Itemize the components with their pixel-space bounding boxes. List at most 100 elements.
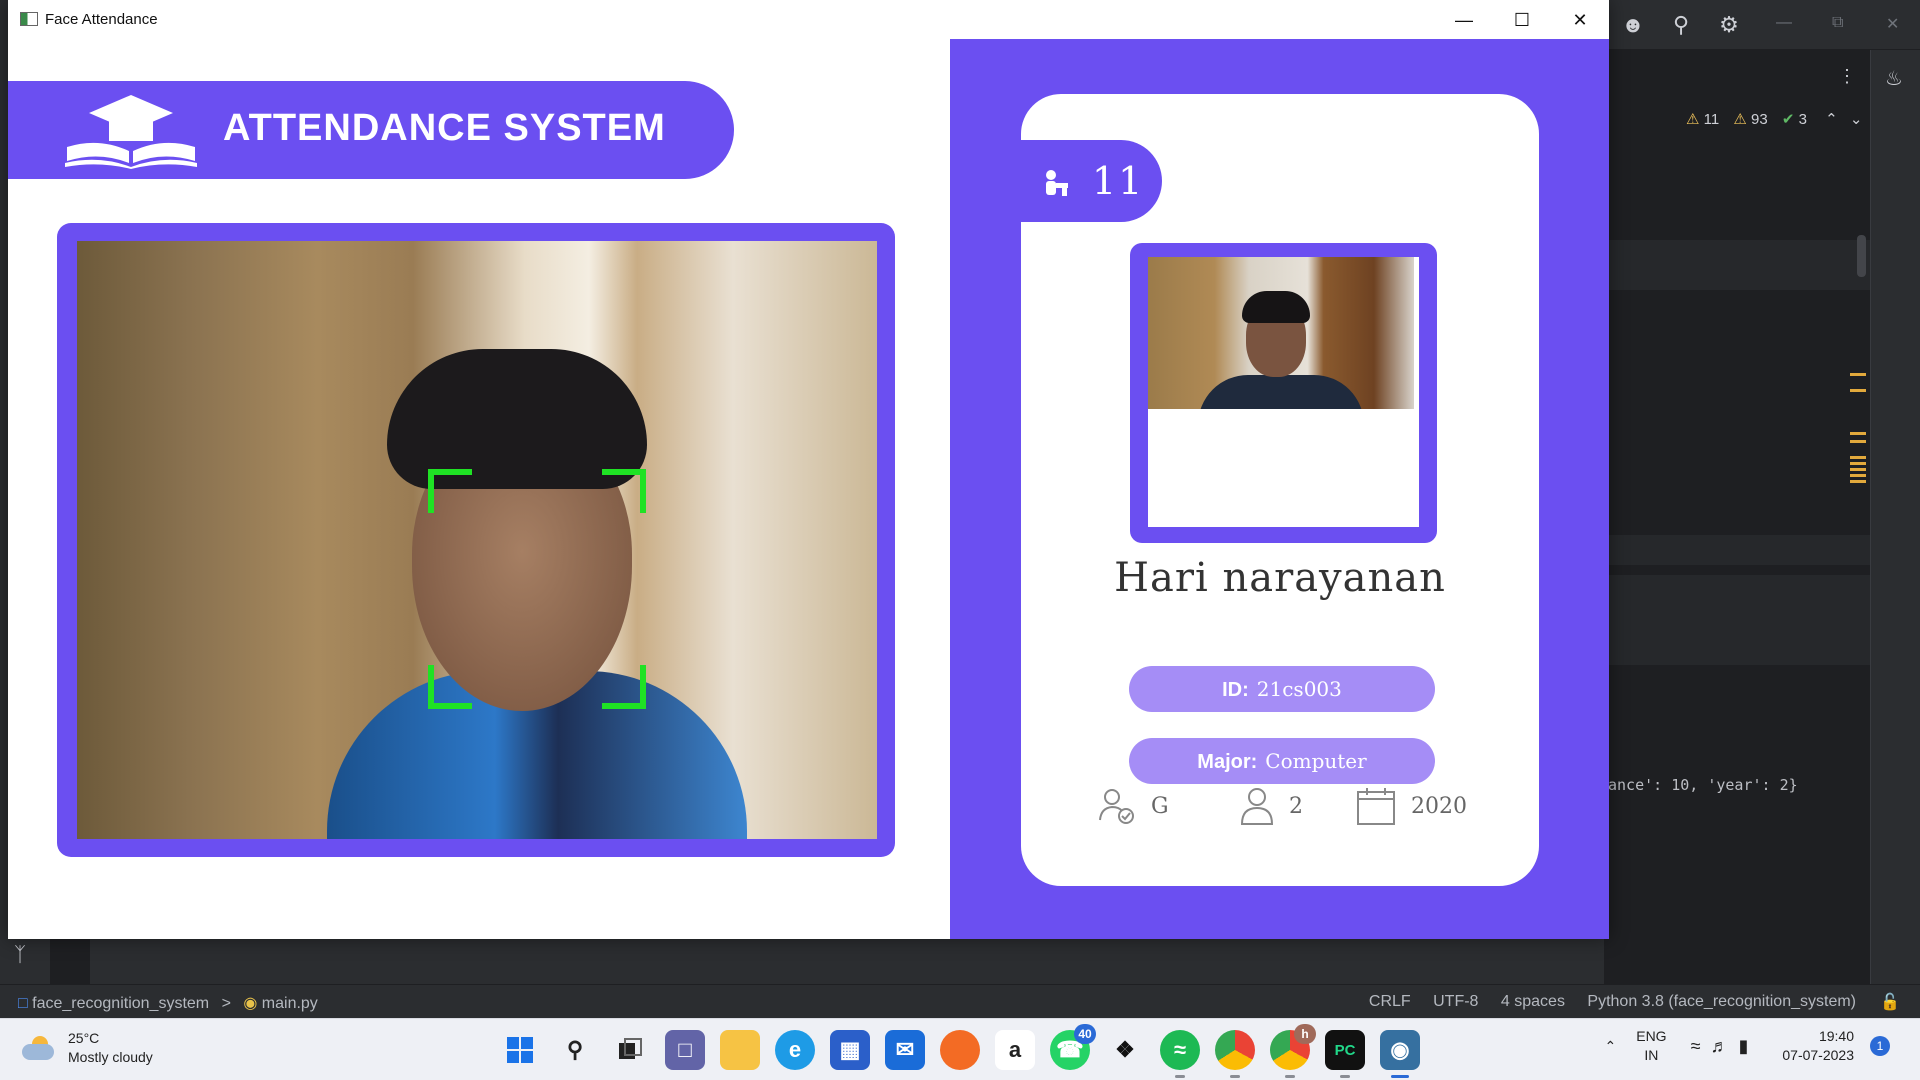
breadcrumb-file[interactable]: main.py xyxy=(262,995,318,1012)
wifi-volume-battery-icons[interactable]: ≈♬▮ xyxy=(1691,1036,1759,1057)
search-icon[interactable]: ⚲ xyxy=(1668,12,1694,38)
student-card: 11 Hari narayanan ID: 21cs003 Major: Com… xyxy=(1020,94,1539,886)
warning-stripe[interactable] xyxy=(1850,456,1866,459)
weather-description: Mostly cloudy xyxy=(68,1049,153,1065)
status-bar: □ face_recognition_system > ◉ main.py CR… xyxy=(0,984,1920,1018)
warning-stripe[interactable] xyxy=(1850,462,1866,465)
ide-close-button[interactable]: ✕ xyxy=(1886,14,1899,34)
status-widgets: CRLF UTF-8 4 spaces Python 3.8 (face_rec… xyxy=(1351,993,1856,1011)
dropbox-icon[interactable]: ❖ xyxy=(1105,1030,1145,1070)
edge-browser-icon[interactable]: e xyxy=(775,1030,815,1070)
indent-widget[interactable]: 4 spaces xyxy=(1501,993,1565,1010)
search-icon[interactable]: ⚲ xyxy=(555,1030,595,1070)
face-bracket-top-left xyxy=(428,469,472,513)
editor-band xyxy=(1604,240,1870,290)
window-title: Face Attendance xyxy=(45,11,158,28)
add-user-icon[interactable]: ☻ xyxy=(1620,12,1646,38)
weak-warning-icon: ⚠ xyxy=(1733,111,1747,128)
code-editor[interactable] xyxy=(1604,50,1870,984)
chevron-up-icon[interactable]: ⌃ xyxy=(1605,1038,1617,1055)
microsoft-store-icon[interactable]: ▦ xyxy=(830,1030,870,1070)
editor-band xyxy=(1604,535,1870,565)
warning-stripe[interactable] xyxy=(1850,468,1866,471)
id-value: 21cs003 xyxy=(1256,677,1342,701)
face-bracket-top-right xyxy=(602,469,646,513)
firefox-icon[interactable] xyxy=(940,1030,980,1070)
notification-badge[interactable]: 1 xyxy=(1870,1036,1890,1056)
warning-stripe[interactable] xyxy=(1850,474,1866,477)
warning-stripe[interactable] xyxy=(1850,440,1866,443)
graduation-book-icon xyxy=(65,95,197,169)
amazon-icon[interactable]: a xyxy=(995,1030,1035,1070)
student-photo-frame xyxy=(1130,243,1437,543)
major-label: Major: xyxy=(1197,751,1258,773)
student-major-pill: Major: Computer xyxy=(1129,738,1435,784)
git-branch-icon[interactable]: ᛉ xyxy=(14,944,26,967)
warning-stripe[interactable] xyxy=(1850,480,1866,483)
whatsapp-badge: 40 xyxy=(1074,1024,1096,1044)
start-icon[interactable] xyxy=(500,1030,540,1070)
app-icon xyxy=(20,12,38,26)
starting-year-value: 2020 xyxy=(1411,793,1467,819)
inspection-widget[interactable]: ⚠ 11 ⚠ 93 ✔ 3 ⌃ ⌄ xyxy=(1686,110,1862,128)
clock[interactable]: 19:40 07-07-2023 xyxy=(1782,1027,1854,1065)
pycharm-icon[interactable]: PC xyxy=(1325,1030,1365,1078)
warning-count: 11 xyxy=(1703,111,1720,128)
attendance-badge: 11 xyxy=(1020,140,1162,222)
student-name: Hari narayanan xyxy=(1114,555,1446,601)
starting-year-stat: 2020 xyxy=(1355,786,1467,826)
interpreter-widget[interactable]: Python 3.8 (face_recognition_system) xyxy=(1587,993,1856,1010)
language-indicator[interactable]: ENG IN xyxy=(1636,1027,1666,1065)
webcam-feed xyxy=(77,241,877,839)
user-check-icon xyxy=(1099,789,1134,824)
chevron-down-icon[interactable]: ⌄ xyxy=(1850,111,1863,128)
line-separator-widget[interactable]: CRLF xyxy=(1369,993,1411,1010)
student-stats: G 2 2020 xyxy=(1021,786,1539,828)
year-stat: 2 xyxy=(1239,786,1303,826)
student-id-pill: ID: 21cs003 xyxy=(1129,666,1435,712)
breadcrumb-project[interactable]: face_recognition_system xyxy=(32,995,209,1012)
system-tray: ⌃ ENG IN ≈♬▮ 19:40 07-07-2023 1 xyxy=(1605,1027,1890,1065)
more-options-icon[interactable]: ⋮ xyxy=(1838,66,1856,87)
webcam-pane: ATTENDANCE SYSTEM xyxy=(8,39,950,939)
warning-stripe[interactable] xyxy=(1850,432,1866,435)
mail-icon[interactable]: ✉ xyxy=(885,1030,925,1070)
photo-area xyxy=(1148,257,1419,527)
cloud-icon xyxy=(22,1036,56,1060)
editor-scrollbar[interactable] xyxy=(1857,235,1866,277)
module-icon: □ xyxy=(18,995,28,1012)
minimize-button[interactable]: — xyxy=(1442,6,1486,34)
code-line[interactable]: ance': 10, 'year': 2} xyxy=(1608,776,1798,794)
python-app-icon[interactable]: ◉ xyxy=(1380,1030,1420,1078)
python-file-icon: ◉ xyxy=(243,995,258,1012)
weather-widget[interactable]: 25°C Mostly cloudy xyxy=(22,1029,153,1067)
title-bar: Face Attendance — ☐ ✕ xyxy=(8,0,1609,39)
gear-icon[interactable]: ⚙ xyxy=(1716,12,1742,38)
teams-chat-icon[interactable]: □ xyxy=(665,1030,705,1070)
year-value: 2 xyxy=(1289,793,1303,819)
task-view-icon[interactable] xyxy=(610,1030,650,1070)
chrome-icon[interactable] xyxy=(1215,1030,1255,1078)
encoding-widget[interactable]: UTF-8 xyxy=(1433,993,1478,1010)
warning-stripe[interactable] xyxy=(1850,389,1866,392)
major-value: Computer xyxy=(1265,749,1367,773)
maximize-button[interactable]: ☐ xyxy=(1500,6,1544,34)
attendance-icon xyxy=(1046,170,1068,196)
breadcrumb: □ face_recognition_system > ◉ main.py xyxy=(18,993,318,1013)
close-button[interactable]: ✕ xyxy=(1558,6,1602,34)
ide-minimize-button[interactable]: — xyxy=(1776,14,1792,32)
face-bracket-bottom-left xyxy=(428,665,472,709)
chrome-profile-icon[interactable]: h xyxy=(1270,1024,1316,1078)
chevron-up-icon[interactable]: ⌃ xyxy=(1825,111,1838,128)
file-explorer-icon[interactable] xyxy=(720,1030,760,1070)
notifications-bell-icon[interactable]: ♨ xyxy=(1885,66,1903,91)
student-info-pane: 11 Hari narayanan ID: 21cs003 Major: Com… xyxy=(950,39,1609,939)
lock-icon[interactable]: 🔓 xyxy=(1880,992,1900,1012)
warning-stripe[interactable] xyxy=(1850,373,1866,376)
language-code: ENG xyxy=(1636,1028,1667,1044)
whatsapp-icon[interactable]: ☎ 40 xyxy=(1050,1024,1096,1070)
ide-restore-button[interactable]: ⧉ xyxy=(1832,14,1843,32)
spotify-icon[interactable]: ≈ xyxy=(1160,1030,1200,1078)
warning-icon: ⚠ xyxy=(1686,111,1700,128)
face-bracket-bottom-right xyxy=(602,665,646,709)
